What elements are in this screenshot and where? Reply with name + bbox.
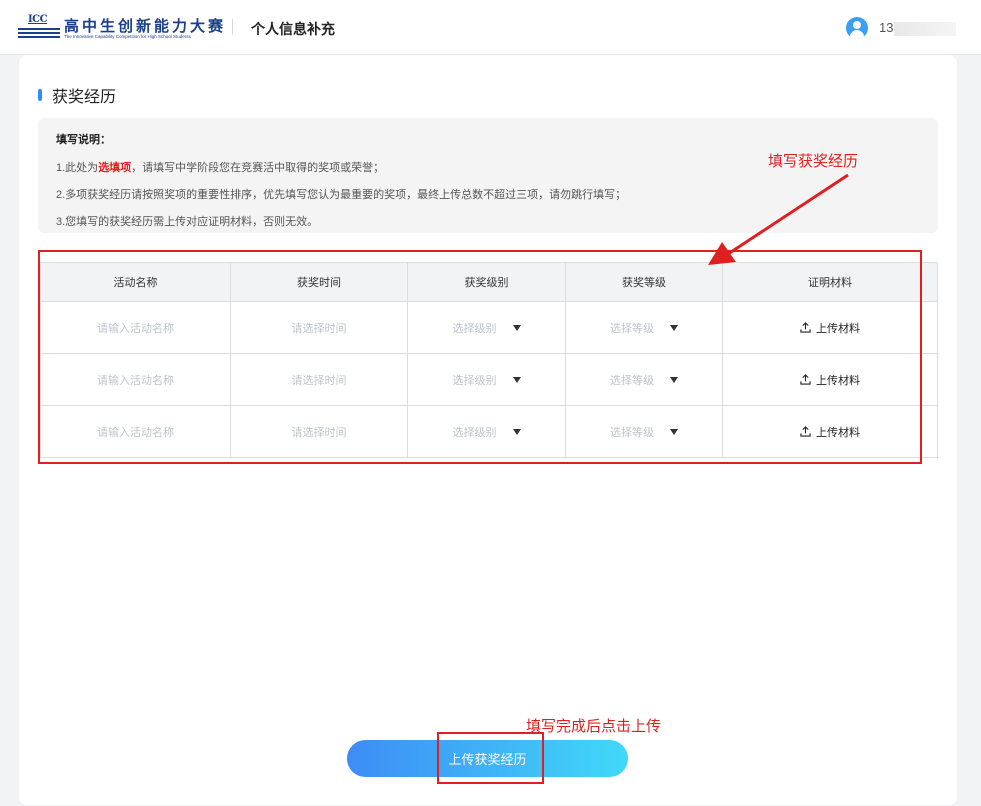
section-header: 获奖经历 [38, 83, 116, 107]
annotation-table-box [38, 250, 922, 464]
annotation-fill-hint: 填写获奖经历 [768, 153, 859, 170]
logo-chinese-name: 高中生创新能力大赛 [64, 17, 227, 35]
page-title: 个人信息补充 [251, 21, 335, 37]
user-phone: 13 [879, 20, 957, 36]
header-divider [232, 19, 233, 35]
logo-short: ICC [28, 14, 48, 25]
section-title: 获奖经历 [52, 89, 117, 106]
logo-english-name: The Innovative Capability Competition fo… [64, 34, 191, 39]
annotation-submit-hint: 填写完成后点击上传 [526, 718, 662, 735]
user-avatar-icon[interactable] [846, 17, 868, 39]
section-accent-bar [38, 89, 42, 101]
optional-highlight: 选填项 [98, 162, 132, 174]
annotation-arrow-icon [708, 173, 849, 265]
icc-logo-mark: ICC [18, 14, 60, 42]
instructions-title: 填写说明： [56, 134, 111, 146]
annotation-submit-box [437, 732, 544, 784]
top-header: ICC 高中生创新能力大赛 The Innovative Capability … [0, 0, 981, 55]
competition-logo[interactable]: ICC 高中生创新能力大赛 The Innovative Capability … [18, 14, 223, 42]
phone-mask [894, 21, 957, 36]
user-menu[interactable]: 13 [846, 17, 957, 39]
